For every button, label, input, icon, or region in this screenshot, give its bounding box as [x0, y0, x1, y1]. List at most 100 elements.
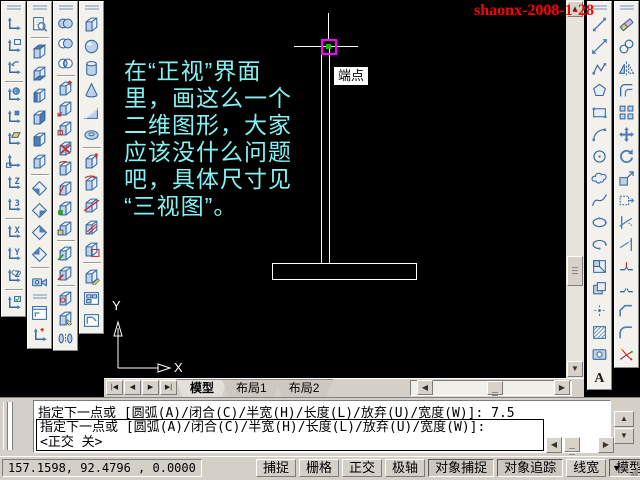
tab-nav-first-button[interactable]: |◀ [106, 380, 123, 395]
break-at-point-button[interactable] [616, 255, 638, 277]
status-ortho-button[interactable]: 正交 [342, 459, 383, 477]
ucs-apply-button[interactable] [3, 292, 25, 314]
top-view-button[interactable] [29, 40, 51, 62]
circle-button[interactable] [589, 145, 611, 167]
explode-button[interactable] [616, 343, 638, 365]
box-button[interactable] [81, 13, 103, 35]
toolbar-grip[interactable] [619, 5, 634, 7]
ucs-dialog-button[interactable] [29, 302, 51, 324]
scroll-left-button[interactable]: ◀ [417, 380, 433, 395]
command-scroll-left-button[interactable]: ◀ [546, 437, 562, 453]
toolbar-grip[interactable] [32, 5, 47, 7]
command-scroll-thumb[interactable] [564, 437, 580, 452]
ucs-origin-move-button[interactable] [29, 324, 51, 346]
tab-model[interactable]: 模型 [176, 379, 228, 397]
setup-view-button[interactable] [81, 287, 103, 309]
move-button[interactable] [616, 123, 638, 145]
union-button[interactable] [55, 13, 77, 33]
status-otrack-button[interactable]: 对象追踪 [497, 459, 564, 477]
delete-faces-button[interactable] [55, 138, 77, 158]
ucs-object-button[interactable] [3, 106, 25, 128]
point-button[interactable] [589, 299, 611, 321]
spline-button[interactable] [589, 189, 611, 211]
canvas-vertical-scrollbar[interactable]: ▲ ▼ [566, 0, 584, 378]
make-block-button[interactable] [589, 277, 611, 299]
intersect-button[interactable] [55, 53, 77, 73]
ucs-origin-button[interactable] [3, 150, 25, 172]
bottom-view-button[interactable] [29, 62, 51, 84]
ellipse-button[interactable] [589, 211, 611, 233]
trim-button[interactable] [616, 211, 638, 233]
polygon-button[interactable] [589, 79, 611, 101]
break-button[interactable] [616, 277, 638, 299]
copy-button[interactable] [616, 35, 638, 57]
slice-button[interactable] [81, 194, 103, 216]
scale-button[interactable] [616, 167, 638, 189]
imprint-button[interactable] [55, 288, 77, 308]
toolbar-grip[interactable] [84, 5, 99, 7]
extrude-button[interactable] [81, 150, 103, 172]
status-grid-button[interactable]: 栅格 [299, 459, 340, 477]
cone-button[interactable] [81, 79, 103, 101]
revolve-button[interactable] [81, 172, 103, 194]
toolbar-grip[interactable] [32, 294, 47, 296]
toolbar-grip[interactable] [6, 5, 21, 7]
sphere-button[interactable] [81, 35, 103, 57]
named-views-button[interactable] [29, 13, 51, 35]
scroll-down-button[interactable]: ▼ [567, 361, 583, 377]
revision-cloud-button[interactable] [589, 167, 611, 189]
status-lineweight-button[interactable]: 线宽 [566, 459, 607, 477]
command-scroll-right-button[interactable]: ▶ [598, 437, 614, 453]
command-window-grip[interactable] [3, 402, 8, 450]
copy-edges-button[interactable] [55, 243, 77, 263]
setup-drawing-button[interactable] [81, 265, 103, 287]
window-resize-grip[interactable] [629, 467, 638, 476]
sw-isometric-button[interactable] [29, 177, 51, 199]
canvas-horizontal-scrollbar[interactable]: ◀ ▶ [410, 380, 572, 396]
region-button[interactable] [589, 343, 611, 365]
color-faces-button[interactable] [55, 218, 77, 238]
mirror-button[interactable] [616, 57, 638, 79]
left-view-button[interactable] [29, 84, 51, 106]
ucs-button[interactable] [3, 13, 25, 35]
multiline-text-button[interactable]: A [589, 365, 611, 387]
horizontal-scroll-thumb[interactable] [487, 381, 503, 395]
wedge-button[interactable] [81, 101, 103, 123]
status-osnap-button[interactable]: 对象捕捉 [428, 459, 495, 477]
vertical-scroll-thumb[interactable] [567, 256, 583, 286]
tab-layout1[interactable]: 布局1 [222, 379, 281, 397]
ucs-x-rotate-button[interactable]: X [3, 221, 25, 243]
nw-isometric-button[interactable] [29, 243, 51, 265]
ucs-previous-button[interactable] [3, 57, 25, 79]
chamfer-button[interactable] [616, 299, 638, 321]
status-polar-button[interactable]: 极轴 [385, 459, 426, 477]
setup-profile-button[interactable] [81, 309, 103, 331]
drawing-canvas[interactable]: 在“正视”界面 里，画这么一个 二维图形，大家 应该没什么问题 吧，具体尺寸见 “三视图”… [104, 0, 566, 378]
color-edges-button[interactable] [55, 263, 77, 283]
fillet-button[interactable] [616, 321, 638, 343]
ellipse-arc-button[interactable] [589, 233, 611, 255]
ucs-y-rotate-button[interactable]: Y [3, 243, 25, 265]
ucs-face-button[interactable] [3, 128, 25, 150]
tab-layout2[interactable]: 布局2 [275, 379, 334, 397]
copy-faces-button[interactable] [55, 198, 77, 218]
back-view-button[interactable] [29, 150, 51, 172]
command-scroll-down-button[interactable]: ▼ [614, 428, 634, 444]
se-isometric-button[interactable] [29, 199, 51, 221]
command-scroll-up-button[interactable]: ▲ [614, 411, 634, 427]
construction-line-button[interactable] [589, 35, 611, 57]
extrude-faces-button[interactable] [55, 78, 77, 98]
toolbar-grip[interactable] [592, 5, 607, 7]
tab-nav-next-button[interactable]: ▶ [142, 380, 159, 395]
offset-faces-button[interactable] [55, 118, 77, 138]
rotate-faces-button[interactable] [55, 158, 77, 178]
torus-button[interactable] [81, 123, 103, 145]
statusbar-menu-arrow-icon[interactable]: ▼ [612, 463, 621, 473]
ucs-display-button[interactable] [3, 35, 25, 57]
separate-solids-button[interactable] [55, 328, 77, 348]
stretch-button[interactable] [616, 189, 638, 211]
ucs-world-button[interactable] [3, 84, 25, 106]
ucs-z-rotate-button[interactable]: Z [3, 265, 25, 287]
ucs-3point-button[interactable]: 3 [3, 194, 25, 216]
rotate-button[interactable] [616, 145, 638, 167]
